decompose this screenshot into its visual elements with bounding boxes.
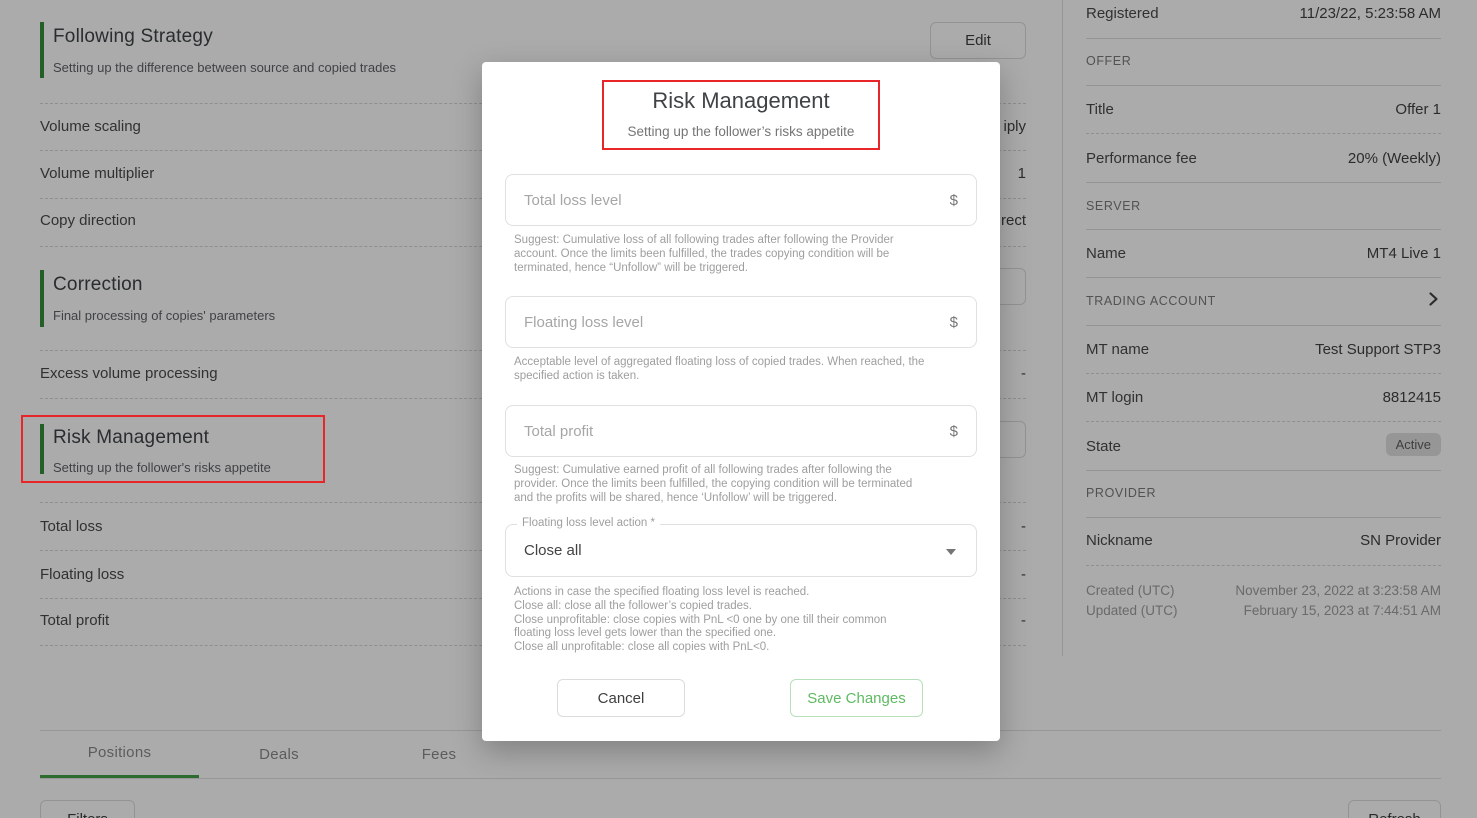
total-profit-input[interactable] <box>524 423 950 440</box>
floating-loss-action-help: Actions in case the specified floating l… <box>514 586 956 655</box>
floating-loss-action-value: Close all <box>524 542 582 559</box>
annotation-box-risk-section <box>21 415 325 483</box>
dropdown-arrow-icon <box>946 549 956 555</box>
floating-loss-level-field[interactable]: $ <box>505 296 977 348</box>
total-loss-level-help: Suggest: Cumulative loss of all followin… <box>514 234 956 275</box>
risk-management-dialog: Risk Management Setting up the follower’… <box>482 62 1000 741</box>
save-changes-button[interactable]: Save Changes <box>790 679 923 717</box>
total-profit-field[interactable]: $ <box>505 405 977 457</box>
floating-loss-level-help: Acceptable level of aggregated floating … <box>514 356 956 384</box>
floating-loss-action-label: Floating loss level action * <box>517 517 660 529</box>
copy-trading-app: Following Strategy Setting up the differ… <box>0 0 1477 818</box>
currency-suffix: $ <box>950 192 958 209</box>
annotation-box-modal-title <box>602 80 880 150</box>
total-loss-level-input[interactable] <box>524 192 950 209</box>
cancel-button[interactable]: Cancel <box>557 679 685 717</box>
currency-suffix: $ <box>950 314 958 331</box>
currency-suffix: $ <box>950 423 958 440</box>
floating-loss-level-input[interactable] <box>524 314 950 331</box>
total-loss-level-field[interactable]: $ <box>505 174 977 226</box>
floating-loss-action-select[interactable]: Floating loss level action * Close all <box>505 524 977 577</box>
total-profit-help: Suggest: Cumulative earned profit of all… <box>514 464 956 505</box>
